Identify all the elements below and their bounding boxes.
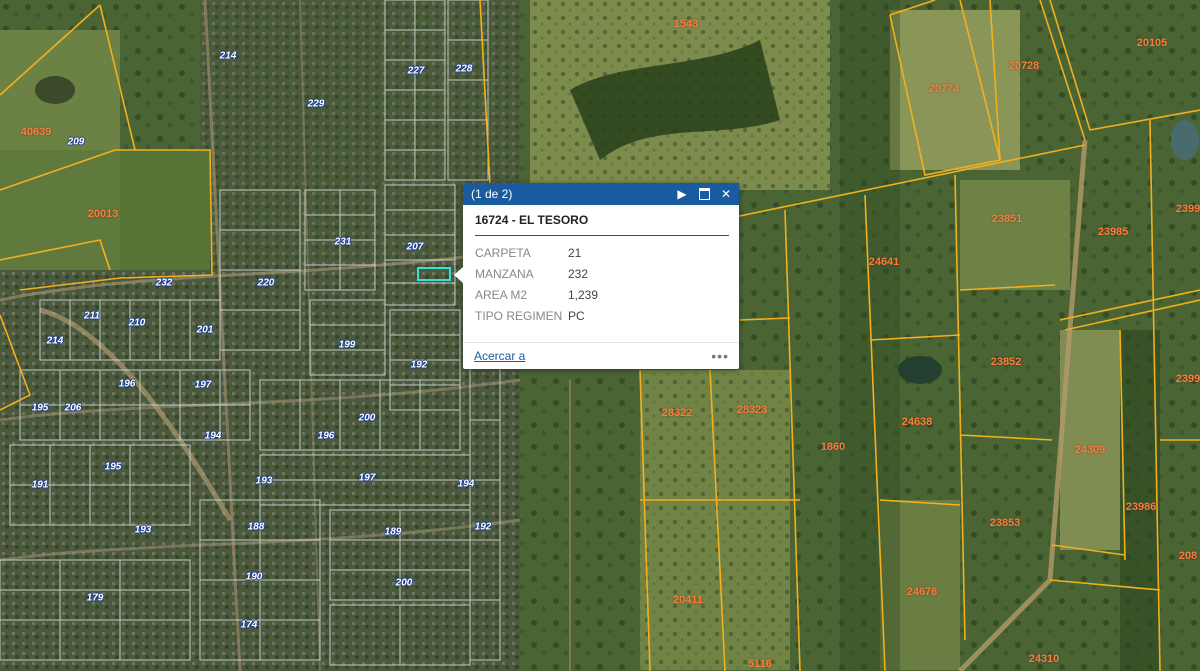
urban-block-number: 192 (474, 521, 492, 533)
rural-parcel-number: 28322 (661, 407, 693, 419)
urban-block-number: 214 (46, 335, 64, 347)
urban-block-number: 196 (317, 430, 335, 442)
maximize-button[interactable] (697, 187, 711, 201)
attribute-row: MANZANA 232 (475, 263, 729, 284)
popup-counter: (1 de 2) (471, 187, 513, 201)
urban-block-number: 232 (155, 277, 173, 289)
rural-parcel-number: 23852 (990, 356, 1022, 368)
urban-block-number: 231 (334, 236, 352, 248)
rural-parcel-number: 20013 (87, 208, 119, 220)
attribute-row: CARPETA 21 (475, 242, 729, 263)
rural-parcel-number: 24309 (1074, 444, 1106, 456)
attribute-value: 21 (568, 245, 582, 260)
rural-parcel-number: 23986 (1125, 501, 1157, 513)
rural-parcel-number: 23985 (1097, 226, 1129, 238)
rural-parcel-number: 40639 (20, 126, 52, 138)
rural-parcel-number: 1860 (820, 441, 846, 453)
attribute-value: 1,239 (568, 287, 599, 302)
rural-parcel-number: 5116 (748, 658, 772, 670)
rural-parcel-number: 2399 (1175, 373, 1200, 385)
urban-block-number: 188 (247, 521, 265, 533)
rural-parcel-number: 20105 (1136, 37, 1168, 49)
urban-block-number: 179 (86, 592, 104, 604)
rural-parcel-number: 20728 (1008, 60, 1040, 72)
feature-title: 16724 - EL TESORO (475, 213, 729, 236)
popup-footer: Acercar a ••• (463, 342, 739, 369)
more-options-icon[interactable]: ••• (711, 348, 729, 364)
rural-parcel-number: 24676 (906, 586, 938, 598)
urban-block-number: 207 (406, 241, 424, 253)
rural-parcel-number: 24641 (868, 256, 900, 268)
urban-block-number: 192 (410, 359, 428, 371)
popup-body: 16724 - EL TESORO CARPETA 21 MANZANA 232… (463, 205, 739, 326)
attribute-key: TIPO REGIMEN (475, 308, 563, 323)
urban-block-number: 174 (240, 619, 258, 631)
attribute-row: TIPO REGIMEN PC (475, 305, 729, 326)
attribute-key: CARPETA (475, 245, 531, 260)
urban-block-number: 228 (455, 63, 473, 75)
urban-block-number: 200 (358, 412, 376, 424)
urban-block-number: 199 (338, 339, 356, 351)
urban-block-number: 195 (31, 402, 49, 414)
rural-parcel-number: 28323 (736, 404, 768, 416)
attribute-key: MANZANA (475, 266, 534, 281)
urban-block-number: 197 (358, 472, 376, 484)
urban-block-number: 209 (67, 136, 85, 148)
rural-parcel-number: 2399 (1175, 203, 1200, 215)
urban-block-number: 193 (134, 524, 152, 536)
rural-parcel-number: 24310 (1028, 653, 1060, 665)
urban-block-number: 227 (407, 65, 425, 77)
urban-block-number: 191 (31, 479, 49, 491)
urban-block-number: 190 (245, 571, 263, 583)
maximize-icon (698, 188, 710, 200)
rural-parcel-number: 208 (1178, 550, 1198, 562)
rural-parcel-number: 20774 (928, 83, 960, 95)
close-icon[interactable]: ✕ (719, 187, 733, 201)
urban-block-number: 214 (219, 50, 237, 62)
attribute-value: 232 (568, 266, 589, 281)
urban-block-number: 220 (257, 277, 275, 289)
rural-parcel-number: 1543 (673, 18, 699, 30)
next-feature-icon[interactable]: ▶ (675, 187, 689, 201)
urban-block-number: 196 (118, 378, 136, 390)
urban-block-number: 194 (457, 478, 475, 490)
urban-block-number: 206 (64, 402, 82, 414)
urban-block-number: 201 (196, 324, 214, 336)
urban-block-number: 193 (255, 475, 273, 487)
popup-pointer (454, 267, 463, 283)
urban-block-number: 189 (384, 526, 402, 538)
urban-block-number: 195 (104, 461, 122, 473)
urban-block-number: 229 (307, 98, 325, 110)
attribute-value: PC (568, 308, 585, 323)
rural-parcel-number: 23851 (991, 213, 1023, 225)
zoom-to-link[interactable]: Acercar a (474, 349, 525, 363)
rural-parcel-number: 23853 (989, 517, 1021, 529)
urban-block-number: 197 (194, 379, 212, 391)
attribute-row: AREA M2 1,239 (475, 284, 729, 305)
attribute-key: AREA M2 (475, 287, 528, 302)
popup-header: (1 de 2) ▶ ✕ (463, 183, 739, 205)
urban-block-number: 200 (395, 577, 413, 589)
urban-block-number: 211 (84, 310, 100, 322)
urban-block-number: 194 (204, 430, 222, 442)
identify-popup: (1 de 2) ▶ ✕ 16724 - EL TESORO CARPETA 2… (454, 183, 739, 369)
rural-parcel-number: 24638 (901, 416, 933, 428)
urban-block-number: 210 (128, 317, 146, 329)
rural-parcel-number: 20411 (673, 594, 703, 606)
